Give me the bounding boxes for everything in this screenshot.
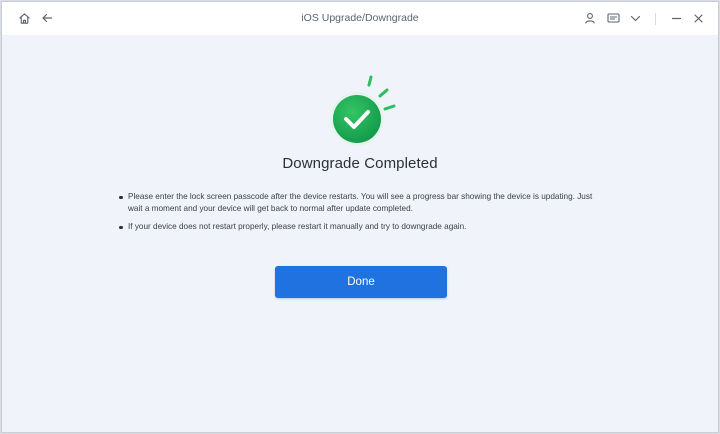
- instruction-item: If your device does not restart properly…: [118, 221, 608, 233]
- dropdown-icon[interactable]: [625, 8, 645, 28]
- bullet-icon: [119, 195, 123, 199]
- checkmark-success-icon: [324, 74, 400, 150]
- close-icon[interactable]: [688, 8, 708, 28]
- minimize-icon[interactable]: [666, 8, 686, 28]
- feedback-icon[interactable]: [603, 8, 623, 28]
- titlebar-separator: [655, 13, 656, 25]
- instruction-text: If your device does not restart properly…: [128, 222, 467, 231]
- instruction-list: Please enter the lock screen passcode af…: [118, 191, 608, 239]
- instruction-text: Please enter the lock screen passcode af…: [128, 192, 593, 213]
- done-button[interactable]: Done: [275, 266, 447, 298]
- result-heading: Downgrade Completed: [282, 155, 438, 172]
- account-icon[interactable]: [580, 8, 600, 28]
- title-bar: iOS Upgrade/Downgrade: [2, 2, 718, 36]
- app-window: iOS Upgrade/Downgrade Downgrade Complete…: [1, 1, 719, 433]
- instruction-item: Please enter the lock screen passcode af…: [118, 191, 608, 215]
- result-panel: Downgrade Completed Please enter the loc…: [2, 36, 718, 432]
- bullet-icon: [119, 225, 123, 229]
